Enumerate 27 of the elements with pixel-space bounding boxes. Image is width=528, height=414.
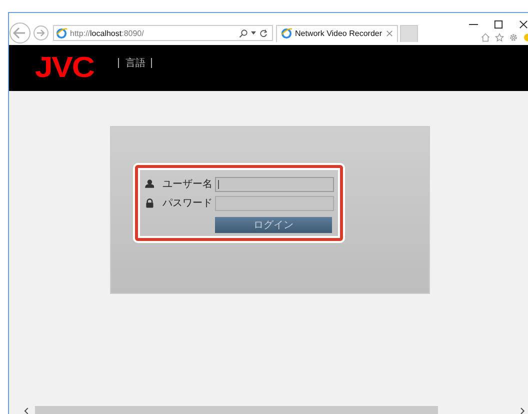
scroll-right-icon[interactable]: [520, 406, 526, 414]
url-text: http://localhost:8090/: [70, 28, 145, 38]
logo: JVC: [35, 52, 94, 84]
close-icon[interactable]: [519, 20, 528, 29]
gear-icon[interactable]: [509, 33, 518, 42]
browser-tab[interactable]: Network Video Recorder: [276, 24, 398, 42]
password-field[interactable]: [215, 196, 334, 210]
tab-title: Network Video Recorder: [295, 29, 383, 38]
star-icon[interactable]: [495, 33, 504, 42]
refresh-icon[interactable]: [259, 28, 268, 38]
maximize-icon[interactable]: [494, 20, 503, 29]
scrollbar-thumb[interactable]: [34, 406, 438, 414]
padlock-icon: [145, 198, 154, 208]
field-label: パスワード: [162, 197, 214, 210]
new-tab-button[interactable]: [400, 24, 418, 42]
home-icon[interactable]: [481, 33, 490, 42]
dropdown-caret-icon[interactable]: [251, 31, 256, 35]
back-icon[interactable]: [9, 22, 31, 44]
language-link[interactable]: 言語: [125, 56, 146, 70]
login-button[interactable]: ログイン: [215, 217, 332, 233]
field-label: ユーザー名: [162, 178, 214, 191]
search-icon[interactable]: [239, 28, 248, 38]
address-bar[interactable]: http://localhost:8090/: [53, 25, 273, 41]
username-field[interactable]: [215, 176, 334, 192]
user-icon: [145, 179, 154, 189]
scroll-left-icon[interactable]: [23, 406, 29, 414]
forward-icon[interactable]: [33, 25, 49, 41]
